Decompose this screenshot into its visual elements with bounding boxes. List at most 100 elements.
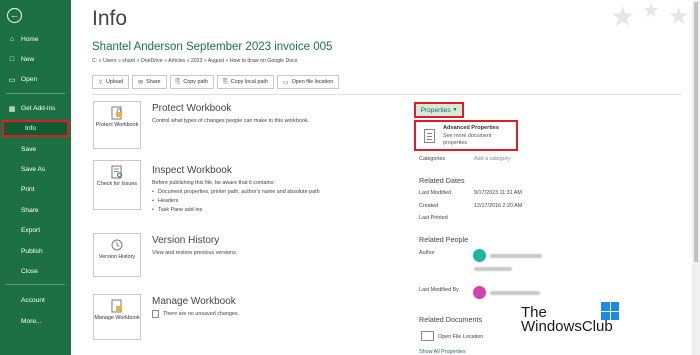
nav-info[interactable]: Info: [2, 120, 69, 137]
nav-home[interactable]: ⌂ Home: [0, 31, 71, 48]
home-icon: ⌂: [9, 36, 15, 43]
version-description: View and restore previous versions.: [152, 250, 238, 256]
last-modified-label: Last Modified: [419, 190, 452, 196]
nav-more[interactable]: More...: [0, 313, 71, 330]
nav-export-label: Export: [21, 227, 41, 234]
folder-icon: ▭: [8, 76, 16, 84]
store-icon: ▦: [8, 105, 16, 113]
author-name-redacted: [490, 254, 542, 258]
copy-local-path-button[interactable]: ⎘ Copy local path: [216, 75, 274, 89]
related-people-heading: Related People: [419, 235, 469, 244]
show-all-properties-link[interactable]: Show All Properties: [419, 349, 466, 355]
copy-path-button[interactable]: ⎘ Copy path: [169, 75, 214, 89]
nav-save[interactable]: Save: [0, 141, 71, 158]
categories-label: Categories: [419, 156, 446, 162]
version-history-button-label: Version History: [98, 254, 136, 260]
nav-home-label: Home: [21, 36, 39, 43]
nav-new[interactable]: □ New: [0, 51, 71, 68]
related-documents-heading: Related Documents: [419, 315, 483, 324]
add-category-field[interactable]: Add a category: [474, 156, 510, 162]
document-title: Shantel Anderson September 2023 invoice …: [92, 41, 333, 53]
sidebar-divider: [6, 284, 65, 285]
inspect-description: Before publishing this file, be aware th…: [152, 180, 275, 186]
manage-workbook-button[interactable]: Manage Workbook: [93, 294, 141, 340]
share-button[interactable]: ✉ Share: [132, 75, 167, 89]
copy-icon: ⎘: [222, 78, 228, 85]
nav-save-as-label: Save As: [21, 166, 46, 173]
last-printed-label: Last Printed: [419, 215, 448, 221]
properties-button-label: Properties: [420, 106, 451, 114]
add-author-redacted: [474, 267, 512, 271]
copy-icon: ⎘: [175, 78, 181, 85]
protect-workbook-button[interactable]: Protect Workbook: [93, 101, 141, 149]
watermark-line-2: WindowsClub: [521, 318, 613, 335]
nav-account-label: Account: [21, 297, 45, 304]
upload-button[interactable]: ⇧ Upload: [92, 75, 130, 89]
version-heading: Version History: [152, 235, 220, 246]
modifier-name-redacted: [490, 291, 540, 295]
open-file-location-link[interactable]: Open File Location: [438, 334, 483, 340]
protect-heading: Protect Workbook: [152, 103, 232, 114]
manage-document-icon: [109, 299, 125, 313]
page-title: Info: [92, 7, 128, 30]
last-modified-value: 9/17/2023 11:31 AM: [474, 190, 522, 196]
created-label: Created: [419, 203, 439, 209]
nav-close-label: Close: [21, 268, 38, 275]
open-file-location-button-label: Open file location: [291, 79, 334, 85]
lock-icon: [109, 106, 125, 120]
folder-icon: ▭: [282, 79, 289, 86]
inspect-bullet: Headers: [152, 198, 179, 204]
open-file-location-button[interactable]: ▭ Open file location: [276, 75, 340, 89]
chevron-down-icon: ▼: [452, 107, 458, 113]
nav-save-label: Save: [21, 146, 37, 153]
modifier-avatar[interactable]: [473, 286, 486, 299]
nav-print-label: Print: [21, 186, 35, 193]
manage-workbook-button-label: Manage Workbook: [94, 315, 140, 321]
inspect-document-icon: [109, 165, 125, 179]
scrollbar-thumb[interactable]: [694, 2, 698, 262]
author-label: Author: [419, 250, 435, 256]
back-arrow-icon[interactable]: ←: [7, 8, 22, 23]
nav-share-label: Share: [21, 207, 39, 214]
share-icon: ✉: [138, 79, 144, 86]
author-avatar[interactable]: [473, 249, 486, 262]
nav-share[interactable]: Share: [0, 202, 71, 219]
sidebar-divider: [6, 93, 65, 94]
last-modified-by-label: Last Modified By: [419, 287, 459, 293]
history-clock-icon: [109, 238, 125, 252]
nav-get-add-ins[interactable]: ▦ Get Add-ins: [0, 100, 71, 117]
protect-description: Control what types of changes people can…: [152, 118, 310, 124]
properties-dropdown-button[interactable]: Properties ▼: [414, 102, 464, 118]
nav-account[interactable]: Account: [0, 292, 71, 309]
nav-open[interactable]: ▭ Open: [0, 71, 71, 88]
nav-close[interactable]: Close: [0, 263, 71, 280]
nav-open-label: Open: [21, 76, 38, 83]
inspect-heading: Inspect Workbook: [152, 165, 232, 176]
created-value: 12/17/2016 2:20 AM: [474, 203, 523, 209]
copy-local-path-button-label: Copy local path: [230, 79, 268, 85]
new-file-icon: □: [9, 56, 15, 63]
backstage-sidebar: ← ⌂ Home □ New ▭ Open ▦ Get Add-ins Info Sav…: [0, 0, 71, 355]
check-for-issues-button-label: Check for Issues: [96, 181, 138, 187]
nav-print[interactable]: Print: [0, 181, 71, 198]
nav-more-label: More...: [21, 318, 42, 325]
copy-path-button-label: Copy path: [183, 79, 208, 85]
version-history-button[interactable]: Version History: [93, 233, 141, 277]
breadcrumb[interactable]: C: » Users » shant » OneDrive » Articles…: [92, 58, 297, 64]
check-for-issues-button[interactable]: Check for Issues: [93, 160, 141, 210]
nav-export[interactable]: Export: [0, 222, 71, 239]
nav-save-as[interactable]: Save As: [0, 161, 71, 178]
advanced-properties-description: See more document properties: [443, 133, 492, 146]
vertical-scrollbar[interactable]: [692, 0, 700, 355]
inspect-bullet: Task Pane add-ins: [152, 207, 202, 213]
document-icon: [152, 310, 159, 318]
inspect-bullet: Document properties, printer path, autho…: [152, 189, 320, 195]
advanced-properties-menu-item[interactable]: Advanced Properties See more document pr…: [414, 120, 518, 151]
manage-heading: Manage Workbook: [152, 296, 236, 307]
nav-publish-label: Publish: [21, 248, 43, 255]
protect-workbook-button-label: Protect Workbook: [95, 122, 139, 128]
nav-publish[interactable]: Publish: [0, 243, 71, 260]
decorative-star-icon: ★: [642, 0, 660, 22]
advanced-properties-title: Advanced Properties: [443, 125, 499, 131]
header-divider: [92, 94, 682, 95]
